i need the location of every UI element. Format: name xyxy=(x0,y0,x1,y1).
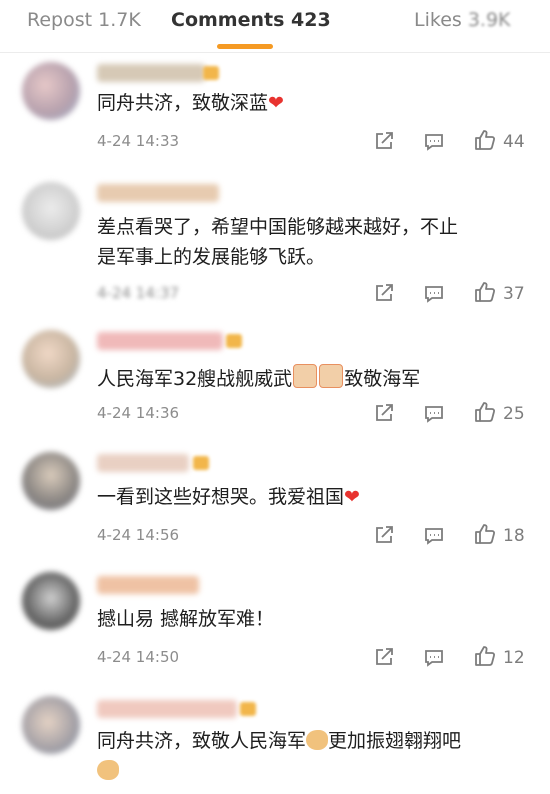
comment-text: 一看到这些好想哭。我爱祖国❤ xyxy=(97,486,360,508)
like-count: 18 xyxy=(503,526,525,546)
flexed-biceps-icon xyxy=(306,730,329,750)
comment-item: 人民海军32艘战舰威武 致敬海军 4-24 14:36 25 xyxy=(0,320,550,442)
comment-time: 4-24 14:50 xyxy=(97,648,180,666)
comment-icon[interactable] xyxy=(423,525,445,547)
repost-icon[interactable] xyxy=(373,646,395,668)
avatar[interactable] xyxy=(22,62,80,120)
like-icon[interactable] xyxy=(473,644,497,668)
comment-text: 同舟共济，致敬深蓝❤ xyxy=(97,92,284,114)
tab-comments[interactable]: Comments 423 xyxy=(171,9,331,31)
username-blurred[interactable] xyxy=(97,184,219,202)
avatar[interactable] xyxy=(22,330,80,388)
username-blurred[interactable] xyxy=(97,576,199,594)
comment-text: 撼山易 撼解放军难！ xyxy=(97,608,275,630)
avatar[interactable] xyxy=(22,696,80,754)
like-icon[interactable] xyxy=(473,400,497,424)
comment-text: 人民海军32艘战舰威武 致敬海军 xyxy=(97,364,527,394)
comment-icon[interactable] xyxy=(423,403,445,425)
username-blurred[interactable] xyxy=(97,64,205,82)
zan-emoji-icon xyxy=(319,364,344,388)
repost-icon[interactable] xyxy=(373,524,395,546)
comment-icon[interactable] xyxy=(423,283,445,305)
comment-time: 4-24 14:33 xyxy=(97,132,180,150)
comment-item: 同舟共济，致敬人民海军 更加振翅翱翔吧 xyxy=(0,686,550,794)
avatar[interactable] xyxy=(22,572,80,630)
username-blurred[interactable] xyxy=(97,332,223,350)
repost-icon[interactable] xyxy=(373,130,395,152)
username-blurred[interactable] xyxy=(97,454,189,472)
comment-icon[interactable] xyxy=(423,131,445,153)
comment-item: 同舟共济，致敬深蓝❤ 4-24 14:33 44 xyxy=(0,52,550,172)
comment-item: 一看到这些好想哭。我爱祖国❤ 4-24 14:56 18 xyxy=(0,442,550,564)
badge-icon xyxy=(193,456,209,470)
like-count: 12 xyxy=(503,648,525,668)
comment-icon[interactable] xyxy=(423,647,445,669)
like-icon[interactable] xyxy=(473,522,497,546)
comment-text: 差点看哭了，希望中国能够越来越好，不止 是军事上的发展能够飞跃。 xyxy=(97,216,459,268)
likes-count: 3.9K xyxy=(467,9,511,31)
comment-tabs: Repost 1.7K Comments 423 Likes 3.9K xyxy=(0,0,550,53)
active-tab-indicator xyxy=(217,44,273,49)
comment-time: 4-24 14:36 xyxy=(97,404,180,422)
tab-likes[interactable]: Likes 3.9K xyxy=(414,9,511,31)
badge-icon xyxy=(226,334,242,348)
comment-item: 撼山易 撼解放军难！ 4-24 14:50 12 xyxy=(0,564,550,686)
repost-icon[interactable] xyxy=(373,282,395,304)
like-icon[interactable] xyxy=(473,280,497,304)
heart-emoji-icon: ❤ xyxy=(344,486,360,508)
like-icon[interactable] xyxy=(473,128,497,152)
username-blurred[interactable] xyxy=(97,700,237,718)
tab-repost[interactable]: Repost 1.7K xyxy=(27,9,141,31)
comment-time: 4-24 14:56 xyxy=(97,526,180,544)
likes-label: Likes xyxy=(414,9,462,31)
avatar[interactable] xyxy=(22,452,80,510)
zan-emoji-icon xyxy=(293,364,318,388)
repost-icon[interactable] xyxy=(373,402,395,424)
comment-time: 4-24 14:37 xyxy=(97,284,180,302)
like-count: 37 xyxy=(503,284,525,304)
comment-text: 同舟共济，致敬人民海军 更加振翅翱翔吧 xyxy=(97,726,527,786)
badge-icon xyxy=(240,702,256,716)
comment-item: 差点看哭了，希望中国能够越来越好，不止 是军事上的发展能够飞跃。 4-24 14:… xyxy=(0,172,550,320)
like-count: 44 xyxy=(503,132,525,152)
like-count: 25 xyxy=(503,404,525,424)
avatar[interactable] xyxy=(22,182,80,240)
heart-emoji-icon: ❤ xyxy=(268,92,284,114)
badge-icon xyxy=(203,66,219,80)
flexed-biceps-icon xyxy=(97,760,119,780)
